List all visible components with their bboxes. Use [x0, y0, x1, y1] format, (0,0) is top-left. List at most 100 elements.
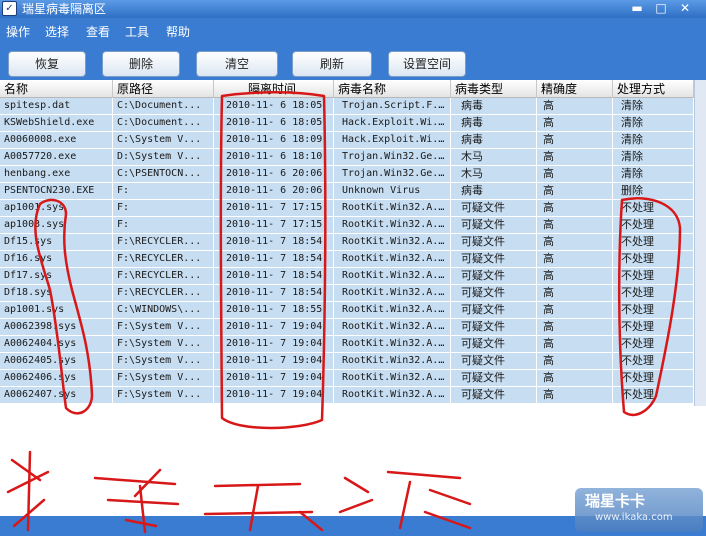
minimize-icon[interactable]: ▬: [626, 1, 648, 17]
menu-operate[interactable]: 操作: [6, 24, 30, 40]
cell-time: 2010-11- 7 17:15: [214, 217, 334, 233]
column-header-action[interactable]: 处理方式: [613, 80, 694, 98]
cell-virus-type: 病毒: [451, 183, 537, 199]
cell-virus-name: Unknown Virus: [334, 183, 451, 199]
cell-time: 2010-11- 7 19:04: [214, 336, 334, 352]
cell-name: Df16.sys: [0, 251, 113, 267]
refresh-button[interactable]: 刷新: [292, 51, 372, 77]
cell-virus-name: Trojan.Win32.Ge...: [334, 149, 451, 165]
restore-button[interactable]: 恢复: [8, 51, 86, 77]
column-header-time[interactable]: 隔离时间: [214, 80, 334, 98]
window-title: 瑞星病毒隔离区: [22, 2, 107, 16]
table-row[interactable]: ap1003.sys F: 2010-11- 7 17:15 RootKit.Win3…: [0, 217, 694, 234]
cell-name: ap1003.sys: [0, 217, 113, 233]
table-row[interactable]: PSENTOCN230.EXE F: 2010-11- 6 20:06 Unknown…: [0, 183, 694, 200]
table-row[interactable]: spitesp.dat C:\Document... 2010-11- 6 18:0…: [0, 98, 694, 115]
cell-virus-type: 可疑文件: [451, 217, 537, 233]
cell-virus-type: 木马: [451, 166, 537, 182]
quarantine-list[interactable]: 名称 原路径 隔离时间 病毒名称 病毒类型 精确度 处理方式 spitesp.d…: [0, 80, 694, 406]
cell-accuracy: 高: [537, 98, 613, 114]
menu-tools[interactable]: 工具: [125, 24, 149, 40]
column-header-name[interactable]: 名称: [0, 80, 113, 98]
cell-name: A0062406.sys: [0, 370, 113, 386]
table-row[interactable]: KSWebShield.exe C:\Document... 2010-11- 6 …: [0, 115, 694, 132]
table-row[interactable]: A0062407.sys F:\System V... 2010-11- 7 19:…: [0, 387, 694, 404]
table-row[interactable]: A0060008.exe C:\System V... 2010-11- 6 18:…: [0, 132, 694, 149]
table-row[interactable]: henbang.exe C:\PSENTOCN... 2010-11- 6 20:0…: [0, 166, 694, 183]
cell-time: 2010-11- 7 18:54: [214, 285, 334, 301]
cell-name: A0062407.sys: [0, 387, 113, 403]
cell-action: 清除: [613, 149, 694, 165]
cell-virus-type: 可疑文件: [451, 251, 537, 267]
cell-name: A0057720.exe: [0, 149, 113, 165]
cell-virus-name: RootKit.Win32.A...: [334, 217, 451, 233]
cell-accuracy: 高: [537, 132, 613, 148]
cell-accuracy: 高: [537, 370, 613, 386]
cell-virus-type: 木马: [451, 149, 537, 165]
cell-time: 2010-11- 7 19:04: [214, 353, 334, 369]
cell-time: 2010-11- 7 18:54: [214, 268, 334, 284]
close-icon[interactable]: ✕: [674, 1, 696, 17]
cell-accuracy: 高: [537, 166, 613, 182]
delete-button[interactable]: 删除: [102, 51, 180, 77]
cell-time: 2010-11- 7 19:04: [214, 370, 334, 386]
cell-path: D:\System V...: [113, 149, 214, 165]
cell-name: A0062405.sys: [0, 353, 113, 369]
table-row[interactable]: Df15.sys F:\RECYCLER... 2010-11- 7 18:54 Ro…: [0, 234, 694, 251]
cell-time: 2010-11- 6 18:09: [214, 132, 334, 148]
column-header-virus-name[interactable]: 病毒名称: [334, 80, 451, 98]
cell-action: 不处理: [613, 336, 694, 352]
menu-bar: 操作 选择 查看 工具 帮助: [0, 22, 706, 42]
cell-virus-name: RootKit.Win32.A...: [334, 353, 451, 369]
cell-accuracy: 高: [537, 183, 613, 199]
maximize-icon[interactable]: □: [650, 1, 672, 17]
menu-view[interactable]: 查看: [86, 24, 110, 40]
cell-virus-name: Trojan.Win32.Ge...: [334, 166, 451, 182]
column-header-accuracy[interactable]: 精确度: [537, 80, 613, 98]
cell-action: 不处理: [613, 217, 694, 233]
cell-action: 不处理: [613, 353, 694, 369]
table-row[interactable]: Df18.sys F:\RECYCLER... 2010-11- 7 18:54 Ro…: [0, 285, 694, 302]
cell-action: 不处理: [613, 387, 694, 403]
table-row[interactable]: ap1001.sys C:\WINDOWS\... 2010-11- 7 18:55…: [0, 302, 694, 319]
table-row[interactable]: Df17.sys F:\RECYCLER... 2010-11- 7 18:54 Ro…: [0, 268, 694, 285]
cell-time: 2010-11- 7 19:04: [214, 319, 334, 335]
cell-virus-type: 可疑文件: [451, 319, 537, 335]
table-row[interactable]: Df16.sys F:\RECYCLER... 2010-11- 7 18:54 Ro…: [0, 251, 694, 268]
cell-accuracy: 高: [537, 268, 613, 284]
quarantine-window: ✓ 瑞星病毒隔离区 ▬ □ ✕ 操作 选择 查看 工具 帮助 恢复 删除 清空 …: [0, 0, 706, 536]
menu-select[interactable]: 选择: [45, 24, 69, 40]
cell-virus-name: RootKit.Win32.A...: [334, 200, 451, 216]
cell-time: 2010-11- 6 18:05: [214, 115, 334, 131]
cell-virus-type: 可疑文件: [451, 387, 537, 403]
cell-virus-type: 可疑文件: [451, 234, 537, 250]
column-header-virus-type[interactable]: 病毒类型: [451, 80, 537, 98]
cell-path: F:\System V...: [113, 336, 214, 352]
table-row[interactable]: ap1001.sys F: 2010-11- 7 17:15 RootKit.Win3…: [0, 200, 694, 217]
list-header: 名称 原路径 隔离时间 病毒名称 病毒类型 精确度 处理方式: [0, 80, 694, 98]
menu-help[interactable]: 帮助: [166, 24, 190, 40]
table-row[interactable]: A0062405.sys F:\System V... 2010-11- 7 19:…: [0, 353, 694, 370]
cell-accuracy: 高: [537, 251, 613, 267]
title-bar[interactable]: ✓ 瑞星病毒隔离区 ▬ □ ✕: [0, 0, 706, 18]
cell-time: 2010-11- 7 17:15: [214, 200, 334, 216]
vertical-scrollbar[interactable]: [694, 80, 706, 406]
cell-accuracy: 高: [537, 336, 613, 352]
cell-virus-type: 病毒: [451, 98, 537, 114]
cell-time: 2010-11- 6 20:06: [214, 166, 334, 182]
clear-button[interactable]: 清空: [196, 51, 278, 77]
watermark-url: www.ikaka.com: [595, 512, 673, 523]
table-row[interactable]: A0062406.sys F:\System V... 2010-11- 7 19:…: [0, 370, 694, 387]
cell-virus-name: RootKit.Win32.A...: [334, 285, 451, 301]
cell-virus-type: 可疑文件: [451, 285, 537, 301]
cell-time: 2010-11- 6 18:10: [214, 149, 334, 165]
table-row[interactable]: A0062398.sys F:\System V... 2010-11- 7 19:…: [0, 319, 694, 336]
cell-name: ap1001.sys: [0, 200, 113, 216]
column-header-path[interactable]: 原路径: [113, 80, 214, 98]
settings-space-button[interactable]: 设置空间: [388, 51, 466, 77]
table-row[interactable]: A0057720.exe D:\System V... 2010-11- 6 18:…: [0, 149, 694, 166]
table-row[interactable]: A0062404.sys F:\System V... 2010-11- 7 19:…: [0, 336, 694, 353]
cell-name: PSENTOCN230.EXE: [0, 183, 113, 199]
cell-time: 2010-11- 7 18:54: [214, 251, 334, 267]
cell-path: C:\System V...: [113, 132, 214, 148]
